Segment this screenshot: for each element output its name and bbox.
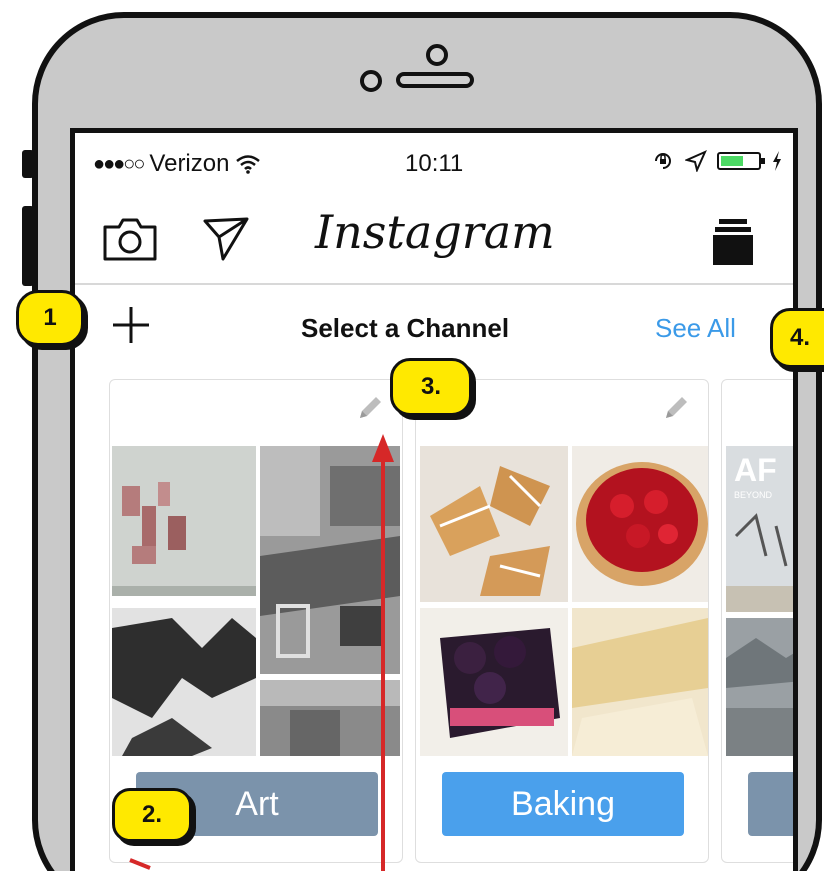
status-time: 10:11 — [405, 150, 464, 177]
callout-2: 2. — [112, 788, 192, 842]
rotation-lock-icon — [655, 153, 671, 169]
sensor-dot — [360, 70, 382, 92]
status-left: ●●●○○ Verizon — [93, 150, 261, 178]
callout-1: 1 — [16, 290, 84, 346]
thumbnail-art-2 — [260, 446, 400, 674]
channel-button-baking[interactable]: Baking — [442, 772, 684, 836]
callout-4: 4. — [770, 308, 824, 368]
signal-strength: ●●●○○ — [93, 152, 145, 175]
charging-bolt-icon — [773, 151, 781, 171]
carrier-name: Verizon — [149, 150, 230, 177]
nav-bar: Instagram — [75, 193, 793, 285]
channel-card-baking[interactable]: Baking — [415, 379, 709, 863]
wifi-icon — [236, 155, 261, 174]
plus-icon[interactable] — [111, 305, 151, 345]
earpiece-speaker — [396, 72, 474, 88]
see-all-link[interactable]: See All — [655, 313, 736, 344]
thumbnail-partial-2 — [726, 618, 793, 756]
thumbnail-baking-3 — [420, 608, 568, 756]
location-arrow-icon — [685, 150, 707, 172]
pencil-icon[interactable] — [662, 394, 690, 422]
paper-plane-icon[interactable] — [201, 213, 251, 263]
battery-nub — [761, 158, 765, 164]
stack-icon[interactable] — [711, 217, 755, 267]
instagram-logo: Instagram — [315, 205, 555, 259]
thumbnail-art-3 — [112, 608, 256, 756]
status-bar: ●●●○○ Verizon 10:11 — [75, 133, 793, 193]
pencil-icon[interactable] — [356, 394, 384, 422]
battery-icon — [717, 152, 765, 170]
phone-screen: ●●●○○ Verizon 10:11 Instagram Select a C… — [70, 128, 798, 871]
channel-button-partial[interactable] — [748, 772, 793, 836]
thumbnail-baking-2 — [572, 446, 708, 602]
peek-card-title: AF — [734, 452, 777, 488]
thumbnail-grid — [416, 446, 708, 756]
callout-3: 3. — [390, 358, 472, 416]
battery-level-fill — [721, 156, 743, 166]
thumbnail-grid — [110, 446, 402, 756]
thumbnail-baking-1 — [420, 446, 568, 602]
channel-card-partial[interactable]: AF BEYOND — [721, 379, 793, 863]
thumbnail-baking-4 — [572, 608, 708, 756]
thumbnail-partial-1: AF BEYOND — [726, 446, 793, 612]
channel-header: Select a Channel See All — [75, 285, 793, 365]
page-title: Select a Channel — [301, 313, 510, 343]
wireframe-stage: ●●●○○ Verizon 10:11 Instagram Select a C… — [0, 0, 824, 871]
status-right — [651, 149, 783, 173]
peek-card-subtitle: BEYOND — [734, 490, 773, 500]
thumbnail-art-4 — [260, 680, 400, 756]
thumbnail-grid: AF BEYOND — [722, 446, 793, 756]
thumbnail-art-1 — [112, 446, 256, 596]
front-camera-icon — [426, 44, 448, 66]
camera-icon[interactable] — [101, 215, 159, 263]
